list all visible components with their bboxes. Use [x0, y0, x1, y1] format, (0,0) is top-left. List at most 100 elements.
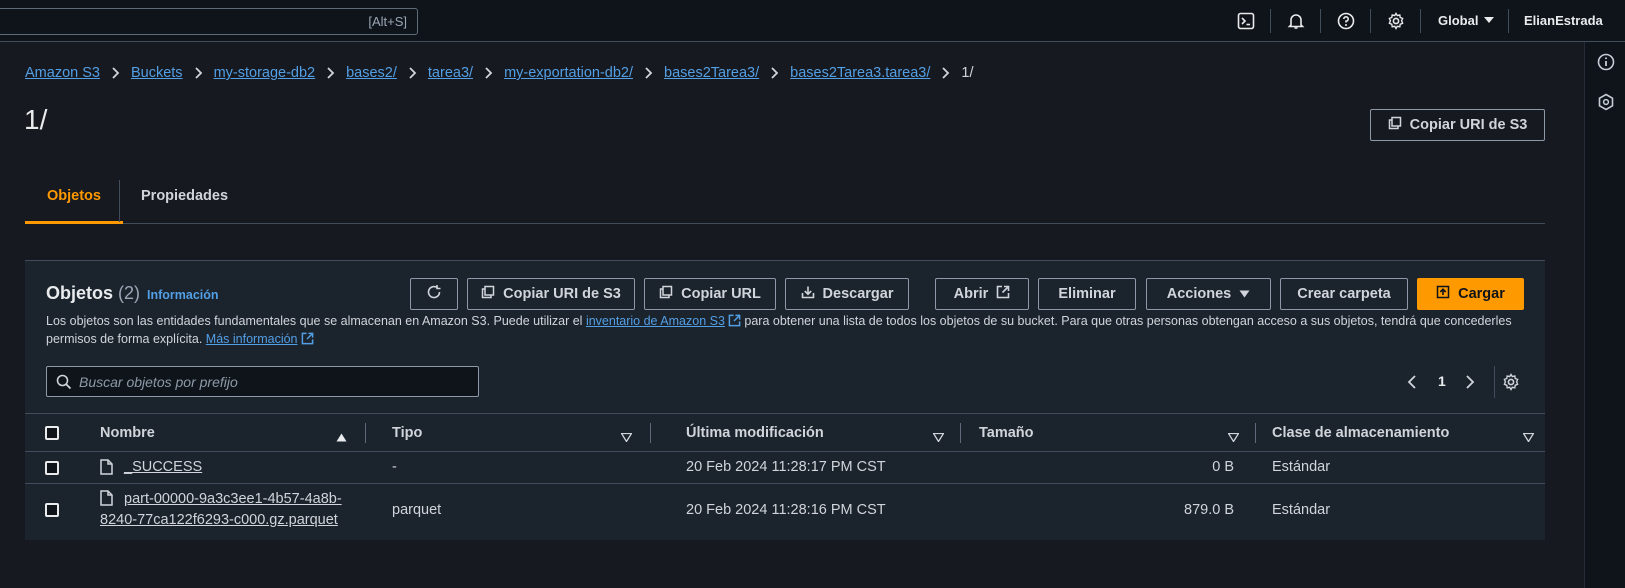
row-checkbox[interactable] — [45, 461, 59, 475]
page-title: 1/ — [24, 104, 48, 135]
hexagon-icon[interactable] — [1597, 93, 1615, 111]
column-header-type[interactable]: Tipo — [392, 425, 422, 441]
chevron-right-icon — [484, 66, 493, 80]
copy-s3-uri-button[interactable]: Copiar URI de S3 — [1370, 109, 1545, 141]
sort-icon[interactable] — [932, 429, 945, 445]
select-all-checkbox[interactable] — [45, 426, 59, 440]
account-menu[interactable]: ElianEstrada — [1524, 13, 1603, 28]
gear-icon[interactable] — [1385, 10, 1407, 32]
description-text: Los objetos son las entidades fundamenta… — [46, 314, 586, 328]
table-row[interactable]: _SUCCESS - 20 Feb 2024 11:28:17 PM CST 0… — [25, 452, 1545, 484]
objects-count: (2) — [118, 283, 141, 303]
object-name-link[interactable]: part-00000-9a3c3ee1-4b57-4a8b- — [124, 491, 342, 507]
breadcrumb-buckets[interactable]: Buckets — [131, 65, 183, 81]
search-icon — [56, 374, 72, 393]
page-number[interactable]: 1 — [1438, 373, 1446, 389]
gear-icon[interactable] — [1502, 369, 1520, 395]
terminal-icon[interactable] — [1235, 10, 1257, 32]
sort-icon[interactable] — [1522, 429, 1535, 445]
breadcrumb-folder[interactable]: my-exportation-db2/ — [504, 65, 633, 81]
topbar-divider — [1508, 9, 1509, 33]
copy-url-label: Copiar URL — [681, 286, 761, 302]
row-checkbox[interactable] — [45, 503, 59, 517]
copy-s3-uri-label: Copiar URI de S3 — [503, 286, 621, 302]
sort-icon[interactable] — [620, 429, 633, 445]
sort-ascending-icon[interactable] — [336, 429, 347, 445]
breadcrumb-folder[interactable]: tarea3/ — [428, 65, 473, 81]
breadcrumb-bucket[interactable]: my-storage-db2 — [214, 65, 316, 81]
chevron-right-icon — [644, 66, 653, 80]
breadcrumb-current: 1/ — [961, 65, 974, 81]
object-size: 879.0 B — [1184, 502, 1234, 518]
refresh-icon — [426, 284, 442, 304]
search-placeholder: Buscar objetos por prefijo — [79, 374, 238, 390]
chevron-right-icon — [941, 66, 950, 80]
column-header-name[interactable]: Nombre — [100, 425, 155, 441]
tab-objects[interactable]: Objetos — [25, 178, 123, 224]
top-navigation-bar: [Alt+S] Global ElianEstrada — [0, 0, 1625, 42]
chevron-left-icon[interactable] — [1407, 369, 1417, 395]
create-folder-label: Crear carpeta — [1297, 286, 1391, 302]
object-type: - — [392, 459, 397, 475]
breadcrumb-amazon-s3[interactable]: Amazon S3 — [25, 65, 100, 81]
column-header-storage-class[interactable]: Clase de almacenamiento — [1272, 425, 1449, 441]
object-search-input[interactable]: Buscar objetos por prefijo — [46, 366, 479, 397]
search-shortcut-hint: [Alt+S] — [368, 14, 407, 29]
refresh-button[interactable] — [410, 278, 458, 310]
download-button[interactable]: Descargar — [785, 278, 909, 310]
chevron-right-icon — [111, 66, 120, 80]
delete-label: Eliminar — [1058, 286, 1116, 302]
copy-s3-uri-button[interactable]: Copiar URI de S3 — [467, 278, 635, 310]
column-divider[interactable] — [960, 423, 961, 443]
create-folder-button[interactable]: Crear carpeta — [1280, 278, 1408, 310]
tab-bar: Objetos Propiedades — [25, 178, 1545, 224]
upload-button[interactable]: Cargar — [1417, 278, 1524, 310]
object-name-link-continued[interactable]: 8240-77ca122f6293-c000.gz.parquet — [100, 512, 338, 528]
chevron-right-icon[interactable] — [1465, 369, 1475, 395]
open-button[interactable]: Abrir — [935, 278, 1029, 310]
breadcrumb-folder[interactable]: bases2/ — [346, 65, 397, 81]
region-selector[interactable]: Global — [1438, 13, 1495, 28]
objects-description: Los objetos son las entidades fundamenta… — [46, 313, 1546, 349]
inventory-link[interactable]: inventario de Amazon S3 — [586, 314, 725, 328]
object-type: parquet — [392, 502, 442, 518]
file-icon — [100, 459, 113, 478]
topbar-divider — [1370, 9, 1371, 33]
copy-icon — [1388, 116, 1402, 134]
copy-icon — [659, 285, 673, 303]
column-header-size[interactable]: Tamaño — [979, 425, 1034, 441]
upload-icon — [1436, 285, 1450, 303]
file-icon — [100, 490, 113, 509]
column-divider[interactable] — [1255, 423, 1256, 443]
chevron-right-icon — [770, 66, 779, 80]
more-info-link[interactable]: Más información — [206, 332, 298, 346]
right-tools-rail — [1584, 42, 1625, 588]
object-name-link[interactable]: _SUCCESS — [124, 459, 202, 475]
object-storage-class: Estándar — [1272, 459, 1331, 475]
table-row[interactable]: part-00000-9a3c3ee1-4b57-4a8b- 8240-77ca… — [25, 484, 1545, 536]
region-label: Global — [1438, 13, 1479, 28]
breadcrumb-folder[interactable]: bases2Tarea3/ — [664, 65, 759, 81]
topbar-divider — [1420, 9, 1421, 33]
info-icon[interactable] — [1597, 53, 1615, 71]
object-last-modified: 20 Feb 2024 11:28:17 PM CST — [686, 459, 886, 475]
object-storage-class: Estándar — [1272, 502, 1331, 518]
column-divider[interactable] — [650, 423, 651, 443]
info-link[interactable]: Información — [147, 288, 219, 302]
actions-dropdown[interactable]: Acciones — [1146, 278, 1271, 310]
objects-title: Objetos — [46, 283, 114, 303]
object-last-modified: 20 Feb 2024 11:28:16 PM CST — [686, 502, 886, 518]
bell-icon[interactable] — [1285, 10, 1307, 32]
sort-icon[interactable] — [1227, 429, 1240, 445]
breadcrumb-folder[interactable]: bases2Tarea3.tarea3/ — [790, 65, 930, 81]
delete-button[interactable]: Eliminar — [1038, 278, 1136, 310]
column-header-last-modified[interactable]: Última modificación — [686, 425, 824, 441]
copy-url-button[interactable]: Copiar URL — [644, 278, 776, 310]
column-divider[interactable] — [365, 423, 366, 443]
topbar-divider — [1270, 9, 1271, 33]
table-header: Nombre Tipo Última modificación Tamaño C… — [25, 413, 1545, 452]
tab-properties[interactable]: Propiedades — [119, 178, 250, 224]
global-search-input[interactable]: [Alt+S] — [0, 8, 418, 35]
help-icon[interactable] — [1335, 10, 1357, 32]
open-label: Abrir — [953, 286, 989, 302]
